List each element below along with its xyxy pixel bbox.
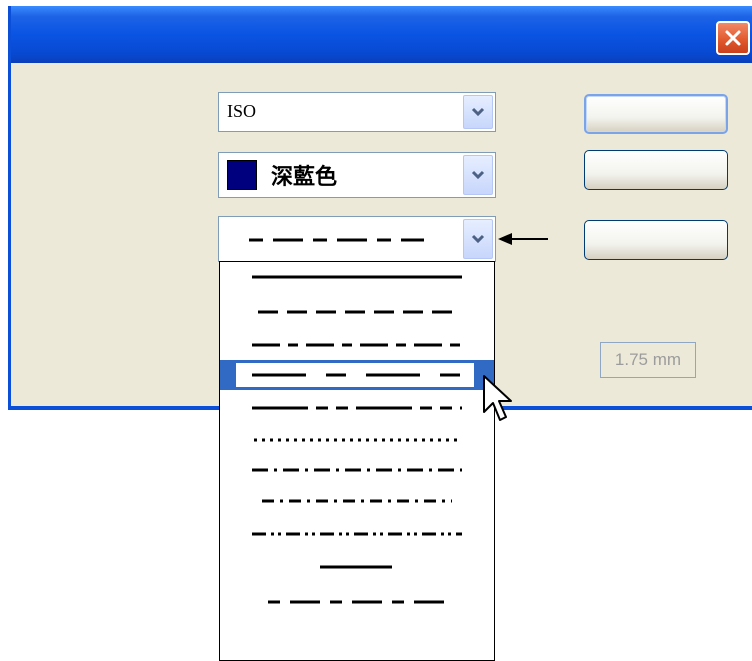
line-type-combo-arrow-button[interactable] bbox=[463, 219, 493, 259]
list-item-dash-dot-short-line[interactable] bbox=[220, 486, 494, 516]
list-item-continuous-line[interactable] bbox=[220, 262, 494, 292]
dash-dot-line bbox=[252, 468, 462, 472]
close-icon bbox=[725, 30, 741, 46]
more-button[interactable] bbox=[584, 220, 728, 260]
list-item-short-solid-line[interactable] bbox=[220, 552, 494, 582]
cancel-button[interactable] bbox=[584, 150, 728, 190]
color-swatch bbox=[227, 160, 257, 190]
title-bar[interactable] bbox=[11, 6, 752, 63]
arrow-left-icon bbox=[498, 233, 548, 245]
mouse-cursor-icon bbox=[483, 375, 512, 421]
dotted-line bbox=[254, 438, 460, 442]
dash-dot-short-line bbox=[262, 499, 452, 503]
color-combo[interactable]: 深藍色 bbox=[218, 152, 496, 198]
dash-long-dash-line bbox=[268, 600, 446, 604]
list-item-dotted-line[interactable] bbox=[220, 425, 494, 455]
line-width-field: 1.75 mm bbox=[600, 342, 696, 378]
list-item-dash-double-dot-line[interactable] bbox=[220, 519, 494, 549]
long-dash-dash-line bbox=[252, 373, 462, 377]
line-type-dropdown-list[interactable] bbox=[219, 261, 495, 661]
standard-combo-value: ISO bbox=[227, 101, 257, 121]
chevron-down-icon bbox=[471, 170, 485, 180]
list-item-dash-dot-line[interactable] bbox=[220, 455, 494, 485]
close-button[interactable] bbox=[716, 21, 750, 55]
standard-combo-arrow-button[interactable] bbox=[463, 95, 493, 129]
dashed-line bbox=[258, 310, 460, 314]
standard-combo[interactable]: ISO bbox=[218, 92, 496, 132]
continuous-line bbox=[252, 275, 462, 279]
list-item-long-dash-double-short-dash-line[interactable] bbox=[220, 393, 494, 423]
chevron-down-icon bbox=[471, 234, 485, 244]
short-solid-line bbox=[320, 565, 392, 569]
list-item-dash-long-dash-line[interactable] bbox=[220, 587, 494, 617]
chevron-down-icon bbox=[471, 107, 485, 117]
long-dash-double-short-dash-line bbox=[252, 406, 462, 410]
color-combo-value: 深藍色 bbox=[271, 165, 338, 190]
list-item-dashed-line[interactable] bbox=[220, 297, 494, 327]
long-dash-short-dash-line bbox=[252, 343, 462, 347]
ok-button[interactable] bbox=[584, 94, 728, 134]
line-type-combo-value bbox=[249, 238, 424, 242]
list-item-long-dash-short-dash-line[interactable] bbox=[220, 330, 494, 360]
color-combo-arrow-button[interactable] bbox=[463, 155, 493, 195]
dash-double-dot-line bbox=[252, 532, 462, 536]
line-type-combo[interactable] bbox=[218, 216, 496, 262]
list-item-long-dash-dash-line[interactable] bbox=[220, 360, 494, 390]
